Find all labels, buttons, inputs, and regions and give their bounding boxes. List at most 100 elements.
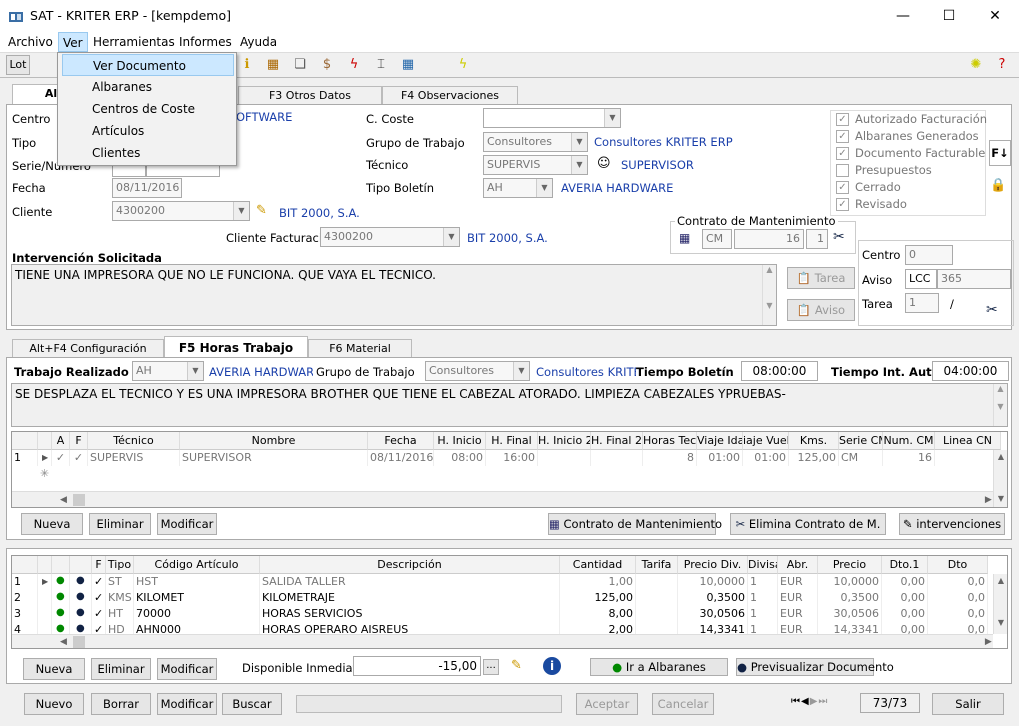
modificar-button[interactable]: Modificar bbox=[157, 693, 217, 715]
nueva-material-button[interactable]: Nueva bbox=[23, 658, 85, 680]
material-cell[interactable]: KILOMETRAJE bbox=[260, 590, 560, 606]
material-cell[interactable]: 0,00 bbox=[882, 606, 928, 622]
menu-ayuda[interactable]: Ayuda bbox=[240, 35, 277, 49]
previsualizar-button[interactable]: ● Previsualizar Documento bbox=[736, 658, 894, 676]
salir-button[interactable]: Salir bbox=[932, 693, 1004, 715]
borrar-button[interactable]: Borrar bbox=[91, 693, 151, 715]
checkbox[interactable]: ✓ bbox=[836, 181, 849, 194]
horas-cell[interactable]: ✓ bbox=[52, 450, 70, 466]
grupo-link[interactable]: Consultores KRITER ERP bbox=[594, 135, 733, 149]
material-cell[interactable] bbox=[38, 590, 52, 606]
material-col-header[interactable]: Precio bbox=[818, 556, 882, 574]
menu-archivo[interactable]: Archivo bbox=[8, 35, 53, 49]
horas-cell[interactable] bbox=[538, 450, 591, 466]
buscar-button[interactable]: Buscar bbox=[222, 693, 282, 715]
menu-albaranes[interactable]: Albaranes bbox=[62, 76, 234, 98]
material-cell[interactable]: 0,0 bbox=[928, 574, 988, 590]
calculator-icon[interactable]: ▦ bbox=[397, 54, 419, 76]
documents-icon[interactable]: ❏ bbox=[289, 54, 311, 76]
horas-vscroll[interactable]: ▲ ▼ bbox=[993, 450, 1007, 507]
trabajo-combo[interactable]: AH ▼ bbox=[132, 361, 204, 381]
disponible-dots-button[interactable]: ... bbox=[483, 659, 499, 675]
material-cell[interactable]: 3 bbox=[12, 606, 38, 622]
material-cell[interactable]: 0,3500 bbox=[678, 590, 748, 606]
horas-col-header[interactable]: Técnico bbox=[88, 432, 180, 450]
green-dot-icon[interactable]: ● bbox=[56, 607, 65, 618]
checkbox[interactable]: ✓ bbox=[836, 198, 849, 211]
material-cell[interactable]: KILOMET bbox=[134, 590, 260, 606]
tarea-input[interactable]: 1 bbox=[905, 293, 939, 313]
horas-cell[interactable]: 1 bbox=[12, 450, 38, 466]
trabajo-link[interactable]: AVERIA HARDWARE bbox=[209, 365, 313, 379]
horas-hscroll[interactable]: ◀ ▶ bbox=[12, 491, 993, 507]
material-cell[interactable]: ST bbox=[106, 574, 134, 590]
ir-albaranes-button[interactable]: ● Ir a Albaranes bbox=[590, 658, 728, 676]
elimina-contrato-button[interactable]: ✂ Elimina Contrato de M. bbox=[730, 513, 886, 535]
material-cell[interactable]: EUR bbox=[778, 574, 818, 590]
horas-cell[interactable]: 01:00 bbox=[743, 450, 789, 466]
material-cell[interactable]: 10,0000 bbox=[678, 574, 748, 590]
material-cell[interactable]: ✓ bbox=[92, 574, 106, 590]
nuevo-button[interactable]: Nuevo bbox=[24, 693, 84, 715]
horas-cell[interactable]: 125,00 bbox=[789, 450, 839, 466]
cliente-facturacion-link[interactable]: BIT 2000, S.A. bbox=[467, 231, 548, 245]
menu-herramientas[interactable]: Herramientas bbox=[93, 35, 175, 49]
green-dot-icon[interactable]: ● bbox=[56, 575, 65, 586]
tab-observaciones[interactable]: F4 Observaciones bbox=[382, 86, 518, 104]
menu-centros-coste[interactable]: Centros de Coste bbox=[62, 98, 234, 120]
trabajo-descripcion[interactable]: SE DESPLAZA EL TECNICO Y ES UNA IMPRESOR… bbox=[11, 383, 1008, 427]
material-col-header[interactable]: Abr. bbox=[778, 556, 818, 574]
contrato-n-input[interactable]: 1 bbox=[806, 229, 828, 249]
info-circle-icon[interactable]: i bbox=[543, 657, 561, 675]
blue-dot-icon[interactable]: ● bbox=[76, 591, 85, 602]
material-cell[interactable]: 0,0 bbox=[928, 590, 988, 606]
aceptar-button[interactable]: Aceptar bbox=[576, 693, 638, 715]
material-col-header[interactable] bbox=[12, 556, 38, 574]
grupo2-combo[interactable]: Consultores ▼ bbox=[425, 361, 530, 381]
material-cell[interactable]: 0,00 bbox=[882, 590, 928, 606]
cliente-combo[interactable]: 4300200 ▼ bbox=[112, 201, 250, 221]
material-cell[interactable]: KMS bbox=[106, 590, 134, 606]
horas-col-header[interactable]: Viaje Ida bbox=[697, 432, 743, 450]
material-cell[interactable]: ✓ bbox=[92, 606, 106, 622]
material-cell[interactable]: 1 bbox=[748, 590, 778, 606]
menu-informes[interactable]: Informes bbox=[179, 35, 232, 49]
contrato-mantenimiento-button[interactable]: ▦ Contrato de Mantenimiento bbox=[548, 513, 722, 535]
horas-col-header[interactable]: Num. CM bbox=[883, 432, 935, 450]
material-cell[interactable]: HORAS SERVICIOS bbox=[260, 606, 560, 622]
material-col-header[interactable]: Divisa bbox=[748, 556, 778, 574]
cancelar-button[interactable]: Cancelar bbox=[652, 693, 714, 715]
grupo2-link[interactable]: Consultores KRITER bbox=[536, 365, 636, 379]
material-col-header[interactable]: Precio Div. bbox=[678, 556, 748, 574]
material-cell[interactable]: 10,0000 bbox=[818, 574, 882, 590]
horas-cell[interactable]: 08/11/2016 bbox=[368, 450, 434, 466]
checkbox[interactable] bbox=[836, 164, 849, 177]
help-icon[interactable]: ? bbox=[991, 54, 1013, 76]
horas-cell[interactable]: CM bbox=[839, 450, 883, 466]
tarea-button[interactable]: 📋 Tarea bbox=[787, 267, 855, 289]
lot-button[interactable]: Lot bbox=[6, 55, 30, 75]
horas-col-header[interactable]: Nombre bbox=[180, 432, 368, 450]
info-icon[interactable]: ℹ bbox=[236, 54, 258, 76]
calendar-icon[interactable]: ▦ bbox=[679, 231, 690, 245]
align-icon[interactable]: ⌶ bbox=[370, 54, 392, 76]
tab-material[interactable]: F6 Material bbox=[308, 339, 412, 357]
horas-col-header[interactable]: Serie CM bbox=[839, 432, 883, 450]
blue-dot-icon[interactable]: ● bbox=[76, 607, 85, 618]
tab-configuracion[interactable]: Alt+F4 Configuración bbox=[12, 339, 164, 357]
horas-col-header[interactable]: H. Inicio 2 bbox=[538, 432, 591, 450]
contrato-num-input[interactable]: 16 bbox=[734, 229, 804, 249]
material-col-header[interactable]: Tarifa bbox=[636, 556, 678, 574]
material-cell[interactable]: 8,00 bbox=[560, 606, 636, 622]
green-dot-icon[interactable]: ● bbox=[56, 591, 65, 602]
material-cell[interactable]: EUR bbox=[778, 590, 818, 606]
horas-col-header[interactable]: Horas Tec. bbox=[643, 432, 697, 450]
menu-articulos[interactable]: Artículos bbox=[62, 120, 234, 142]
material-cell[interactable]: HT bbox=[106, 606, 134, 622]
horas-col-header[interactable]: Linea CN bbox=[935, 432, 1001, 450]
prev-record-icon[interactable]: ◀ bbox=[801, 696, 810, 707]
aviso-num-input[interactable]: 365 bbox=[937, 269, 1011, 289]
grupo-combo[interactable]: Consultores ▼ bbox=[483, 132, 588, 152]
material-cell[interactable] bbox=[38, 606, 52, 622]
material-cell[interactable]: 1 bbox=[12, 574, 38, 590]
